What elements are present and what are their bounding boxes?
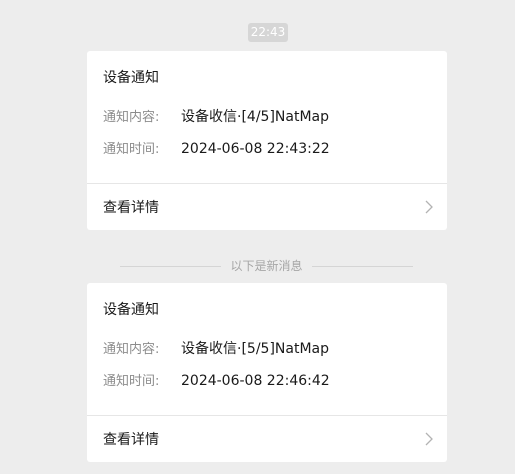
- time-value: 2024-06-08 22:43:22: [181, 141, 330, 157]
- content-label: 通知内容:: [103, 110, 160, 125]
- notification-card: 设备通知 通知内容: 设备收信·[4/5]NatMap 通知时间: 2024-06-…: [87, 51, 447, 230]
- notification-card: 设备通知 通知内容: 设备收信·[5/5]NatMap 通知时间: 2024-06-…: [87, 283, 447, 462]
- view-details-link[interactable]: 查看详情: [87, 416, 447, 462]
- time-value: 2024-06-08 22:46:42: [181, 373, 330, 389]
- chat-page: 22:43 设备通知 通知内容: 设备收信·[4/5]NatMap 通知时间: 20…: [0, 0, 515, 474]
- time-row: 通知时间: 2024-06-08 22:43:22: [103, 140, 330, 158]
- timestamp-badge: 22:43: [248, 23, 288, 42]
- chevron-right-icon: [425, 200, 433, 214]
- separator-line-right: [312, 266, 413, 267]
- time-label: 通知时间:: [103, 142, 160, 157]
- time-row: 通知时间: 2024-06-08 22:46:42: [103, 372, 330, 390]
- view-details-link[interactable]: 查看详情: [87, 184, 447, 230]
- content-label: 通知内容:: [103, 342, 160, 357]
- content-row: 通知内容: 设备收信·[4/5]NatMap: [103, 108, 329, 126]
- content-row: 通知内容: 设备收信·[5/5]NatMap: [103, 340, 329, 358]
- view-details-label: 查看详情: [103, 200, 159, 216]
- card-title: 设备通知: [103, 302, 159, 318]
- time-label: 通知时间:: [103, 374, 160, 389]
- separator-label: 以下是新消息: [230, 259, 303, 273]
- chevron-right-icon: [425, 432, 433, 446]
- content-value: 设备收信·[5/5]NatMap: [181, 341, 329, 357]
- content-value: 设备收信·[4/5]NatMap: [181, 109, 329, 125]
- view-details-label: 查看详情: [103, 432, 159, 448]
- card-title: 设备通知: [103, 70, 159, 86]
- separator-line-left: [120, 266, 221, 267]
- new-messages-separator: 以下是新消息: [120, 257, 413, 275]
